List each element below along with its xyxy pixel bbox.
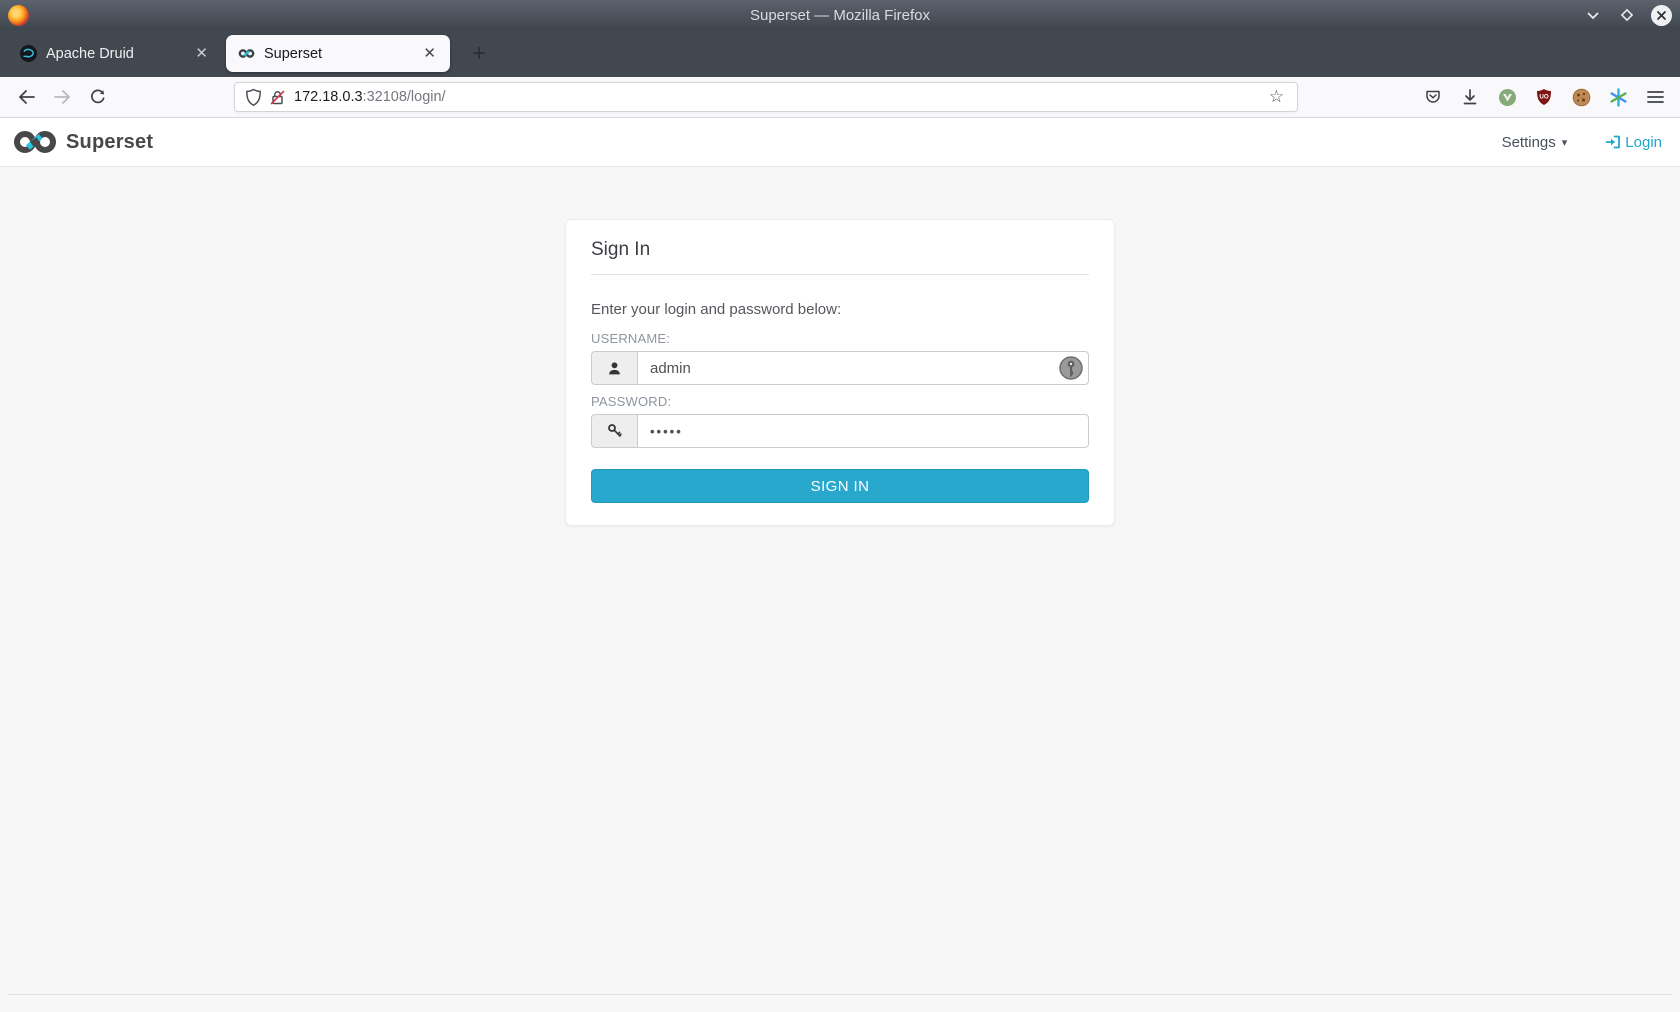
login-label: Login — [1625, 133, 1662, 151]
tab-label: Apache Druid — [46, 45, 134, 62]
login-icon — [1605, 135, 1621, 149]
card-header: Sign In — [591, 220, 1089, 275]
menu-icon[interactable] — [1640, 82, 1670, 112]
browser-toolbar: 172.18.0.3:32108/login/ ☆ UO — [0, 77, 1680, 118]
tab-apache-druid[interactable]: Apache Druid ✕ — [8, 30, 222, 77]
download-icon[interactable] — [1455, 82, 1485, 112]
new-tab-icon[interactable]: + — [464, 39, 494, 69]
superset-favicon-icon — [238, 49, 255, 58]
extension-cookies-icon[interactable] — [1566, 82, 1596, 112]
window-controls — [1582, 4, 1672, 26]
window-titlebar: Superset — Mozilla Firefox — [0, 0, 1680, 30]
extension-ublock-origin-icon[interactable]: UO — [1529, 82, 1559, 112]
bookmark-star-icon[interactable]: ☆ — [1264, 85, 1289, 109]
page-content: Sign In Enter your login and password be… — [0, 167, 1680, 1012]
tab-bar: Apache Druid ✕ Superset ✕ + — [0, 30, 1680, 77]
settings-menu[interactable]: Settings ▾ — [1502, 134, 1568, 151]
header-right: Settings ▾ Login — [1502, 134, 1662, 151]
tab-close-icon[interactable]: ✕ — [191, 44, 212, 63]
tracking-shield-icon[interactable] — [245, 88, 262, 107]
card-body: Enter your login and password below: USE… — [566, 275, 1114, 525]
url-host: 172.18.0.3 — [294, 89, 363, 105]
user-icon — [591, 351, 637, 385]
reload-icon[interactable] — [82, 82, 114, 112]
forward-icon[interactable] — [46, 82, 78, 112]
extension-vue-devtools-icon[interactable] — [1492, 82, 1522, 112]
window-title: Superset — Mozilla Firefox — [749, 6, 931, 24]
extension-asterisk-icon[interactable] — [1603, 82, 1633, 112]
url-text[interactable]: 172.18.0.3:32108/login/ — [294, 89, 1264, 105]
footer-divider — [8, 994, 1672, 995]
username-label: USERNAME: — [591, 331, 671, 346]
sign-in-button[interactable]: SIGN IN — [591, 469, 1089, 503]
svg-text:UO: UO — [1539, 94, 1548, 101]
page-title: Sign In — [591, 239, 651, 260]
chevron-down-icon: ▾ — [1561, 136, 1568, 149]
login-link[interactable]: Login — [1605, 134, 1662, 151]
settings-label: Settings — [1501, 133, 1556, 151]
insecure-lock-icon[interactable] — [269, 89, 286, 106]
tab-superset[interactable]: Superset ✕ — [226, 35, 450, 72]
superset-header: Superset Settings ▾ Login — [0, 118, 1680, 167]
url-path: :32108/login/ — [362, 89, 446, 105]
password-label: PASSWORD: — [591, 394, 672, 409]
brand-name: Superset — [66, 130, 154, 153]
password-input[interactable] — [637, 414, 1089, 448]
toolbar-extension-icons: UO — [1418, 82, 1670, 112]
window-maximize-icon[interactable] — [1616, 4, 1638, 26]
firefox-logo-icon — [8, 4, 29, 26]
key-icon — [591, 414, 637, 448]
sign-in-card: Sign In Enter your login and password be… — [565, 219, 1115, 526]
superset-brand[interactable]: Superset — [12, 128, 153, 156]
username-input-group — [591, 351, 1089, 385]
back-icon[interactable] — [10, 82, 42, 112]
superset-logo-icon — [14, 131, 56, 153]
password-input-group — [591, 414, 1089, 448]
pocket-icon[interactable] — [1418, 82, 1448, 112]
window-close-icon[interactable] — [1650, 4, 1672, 26]
druid-favicon-icon — [20, 45, 37, 62]
window-minimize-icon[interactable] — [1582, 4, 1604, 26]
url-bar[interactable]: 172.18.0.3:32108/login/ ☆ — [234, 82, 1298, 112]
tab-label: Superset — [264, 45, 323, 62]
login-help-text: Enter your login and password below: — [591, 301, 842, 318]
keepassxc-icon[interactable] — [1059, 356, 1083, 380]
tab-close-icon[interactable]: ✕ — [419, 44, 440, 63]
username-input[interactable] — [637, 351, 1089, 385]
